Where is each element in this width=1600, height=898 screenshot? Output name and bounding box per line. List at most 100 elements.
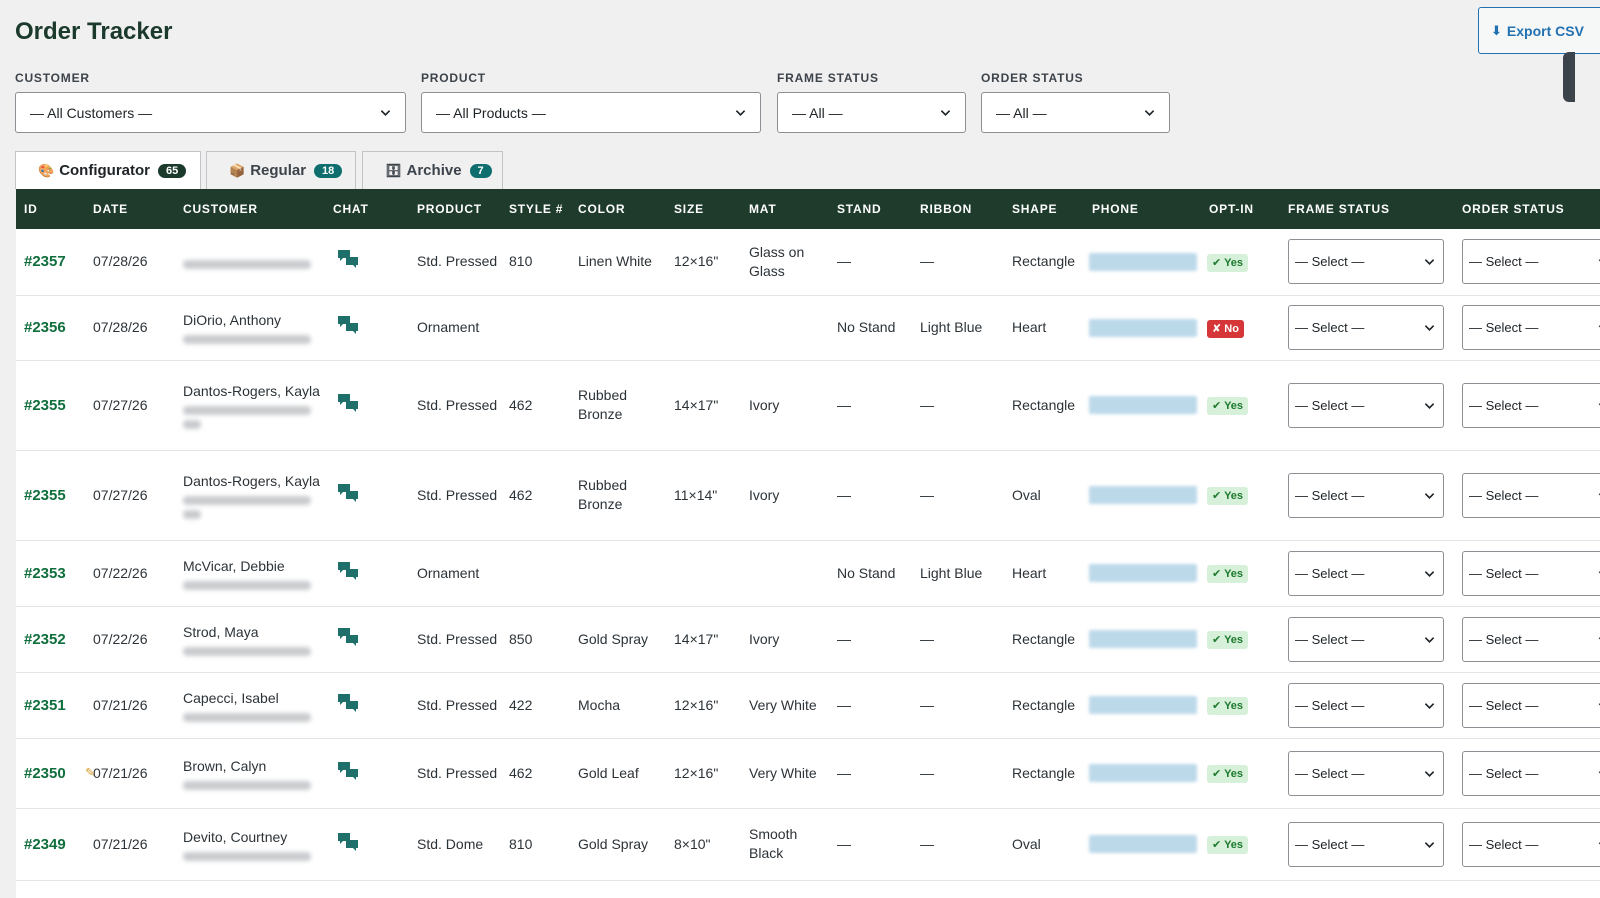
column-header[interactable]: MAT <box>741 189 829 229</box>
chat-icon <box>338 627 358 646</box>
order-status-select[interactable]: — Select — <box>1462 821 1600 867</box>
mat-cell: Glass on Glass <box>741 229 829 296</box>
table-row: #2351 07/21/26 Capecci, Isabel Std. Pressed… <box>16 672 1600 739</box>
column-header[interactable]: SHAPE <box>1004 189 1084 229</box>
order-id-link[interactable]: #2355 <box>24 487 66 504</box>
order-status-select[interactable]: — Select — <box>1462 239 1600 285</box>
order-status-select[interactable]: — Select — <box>1462 550 1600 596</box>
phone-cell <box>1084 450 1201 541</box>
mat-cell: Very White <box>741 738 829 809</box>
chat-button[interactable] <box>337 249 359 269</box>
export-csv-button[interactable]: ⬇ Export CSV <box>1478 7 1600 54</box>
tab-archive[interactable]: 🗄 Archive 7 <box>362 151 503 189</box>
product-select[interactable]: — All Products — <box>421 92 761 133</box>
filter-label: CUSTOMER <box>15 71 90 85</box>
size-cell: 12×16" <box>666 229 741 296</box>
column-header[interactable]: FRAME STATUS <box>1280 189 1454 229</box>
column-header[interactable]: STAND <box>829 189 912 229</box>
redacted-phone <box>1089 630 1197 648</box>
frame-status-select[interactable]: — Select — <box>1288 382 1444 428</box>
order-status-select[interactable]: — All — <box>981 92 1170 133</box>
column-header[interactable]: STYLE # <box>501 189 570 229</box>
order-status-select[interactable]: — Select — <box>1462 750 1600 796</box>
chat-button[interactable] <box>337 393 359 413</box>
column-header[interactable]: ID <box>16 189 85 229</box>
frame-status-select[interactable]: — Select — <box>1288 550 1444 596</box>
frame-status-select[interactable]: — All — <box>777 92 966 133</box>
orders-table: ID DATE CUSTOMER CHAT PRODUCT STYLE # COLOR SIZ… <box>16 189 1600 881</box>
chat-button[interactable] <box>337 315 359 335</box>
style-cell: 462 <box>501 360 570 451</box>
stand-cell: No Stand <box>829 295 912 361</box>
optin-badge: ✔ Yes <box>1207 697 1249 715</box>
order-status-cell: — Select — <box>1454 295 1600 361</box>
frame-status-select[interactable]: — Select — <box>1288 821 1444 867</box>
order-id-link[interactable]: #2349 <box>24 836 66 853</box>
chat-icon <box>338 693 358 712</box>
chat-button[interactable] <box>337 693 359 713</box>
frame-status-select[interactable]: — Select — <box>1288 616 1444 662</box>
column-header[interactable]: CHAT <box>325 189 409 229</box>
order-status-value: — Select — <box>1469 487 1539 503</box>
tab-label: Configurator <box>59 162 151 179</box>
column-header[interactable]: DATE <box>85 189 175 229</box>
frame-status-select[interactable]: — Select — <box>1288 472 1444 518</box>
order-status-select[interactable]: — Select — <box>1462 472 1600 518</box>
chat-button[interactable] <box>337 832 359 852</box>
column-header[interactable]: PHONE <box>1084 189 1201 229</box>
customer-select[interactable]: — All Customers — <box>15 92 406 133</box>
column-header[interactable]: CUSTOMER <box>175 189 325 229</box>
redacted-email <box>183 580 311 590</box>
color-cell: Linen White <box>570 229 666 296</box>
order-status-select[interactable]: — Select — <box>1462 305 1600 350</box>
chat-button[interactable] <box>337 627 359 647</box>
order-status-value: — Select — <box>1469 320 1539 335</box>
order-id-link[interactable]: #2351 <box>24 697 66 714</box>
product-select-value: — All Products — <box>436 104 546 121</box>
optin-cell: ✔ Yes <box>1201 450 1280 541</box>
color-cell: Gold Leaf <box>570 738 666 809</box>
frame-status-filter: FRAME STATUS — All — <box>777 70 966 133</box>
ribbon-cell: — <box>912 360 1004 451</box>
shape-cell: Heart <box>1004 295 1084 361</box>
date-cell: 07/28/26 <box>85 229 175 296</box>
frame-status-select[interactable]: — Select — <box>1288 305 1444 350</box>
orders-table-container: ID DATE CUSTOMER CHAT PRODUCT STYLE # COLOR SIZ… <box>16 189 1600 898</box>
order-status-select[interactable]: — Select — <box>1462 682 1600 728</box>
date-cell: 07/21/26 <box>85 672 175 739</box>
frame-status-select[interactable]: — Select — <box>1288 239 1444 285</box>
color-cell: Mocha <box>570 672 666 739</box>
column-header[interactable]: ORDER STATUS <box>1454 189 1600 229</box>
chat-button[interactable] <box>337 483 359 503</box>
order-id-link[interactable]: #2350 <box>24 765 66 782</box>
side-panel-handle[interactable] <box>1563 52 1575 102</box>
order-status-select[interactable]: — Select — <box>1462 382 1600 428</box>
order-id-link[interactable]: #2352 <box>24 631 66 648</box>
column-header[interactable]: PRODUCT <box>409 189 501 229</box>
ribbon-cell: Light Blue <box>912 540 1004 607</box>
order-id-link[interactable]: #2353 <box>24 565 66 582</box>
column-header[interactable]: COLOR <box>570 189 666 229</box>
phone-cell <box>1084 540 1201 607</box>
style-cell <box>501 295 570 361</box>
chevron-down-icon <box>1424 841 1435 848</box>
frame-status-select[interactable]: — Select — <box>1288 682 1444 728</box>
date-cell: 07/22/26 <box>85 606 175 673</box>
order-id-link[interactable]: #2357 <box>24 253 66 270</box>
column-header[interactable]: SIZE <box>666 189 741 229</box>
order-id-cell: #2356 <box>16 295 85 361</box>
date-cell: 07/22/26 <box>85 540 175 607</box>
order-id-link[interactable]: #2356 <box>24 319 66 336</box>
count-badge: 18 <box>314 163 343 178</box>
column-header[interactable]: OPT-IN <box>1201 189 1280 229</box>
style-cell: 422 <box>501 672 570 739</box>
tab-configurator[interactable]: 🎨 Configurator 65 <box>15 151 201 189</box>
frame-status-select[interactable]: — Select — <box>1288 750 1444 796</box>
order-id-link[interactable]: #2355 <box>24 397 66 414</box>
column-header[interactable]: RIBBON <box>912 189 1004 229</box>
customer-name: Strod, Maya <box>183 623 259 640</box>
tab-regular[interactable]: 📦 Regular 18 <box>206 151 356 189</box>
order-status-select[interactable]: — Select — <box>1462 616 1600 662</box>
chat-button[interactable] <box>337 561 359 581</box>
chat-button[interactable] <box>337 761 359 781</box>
